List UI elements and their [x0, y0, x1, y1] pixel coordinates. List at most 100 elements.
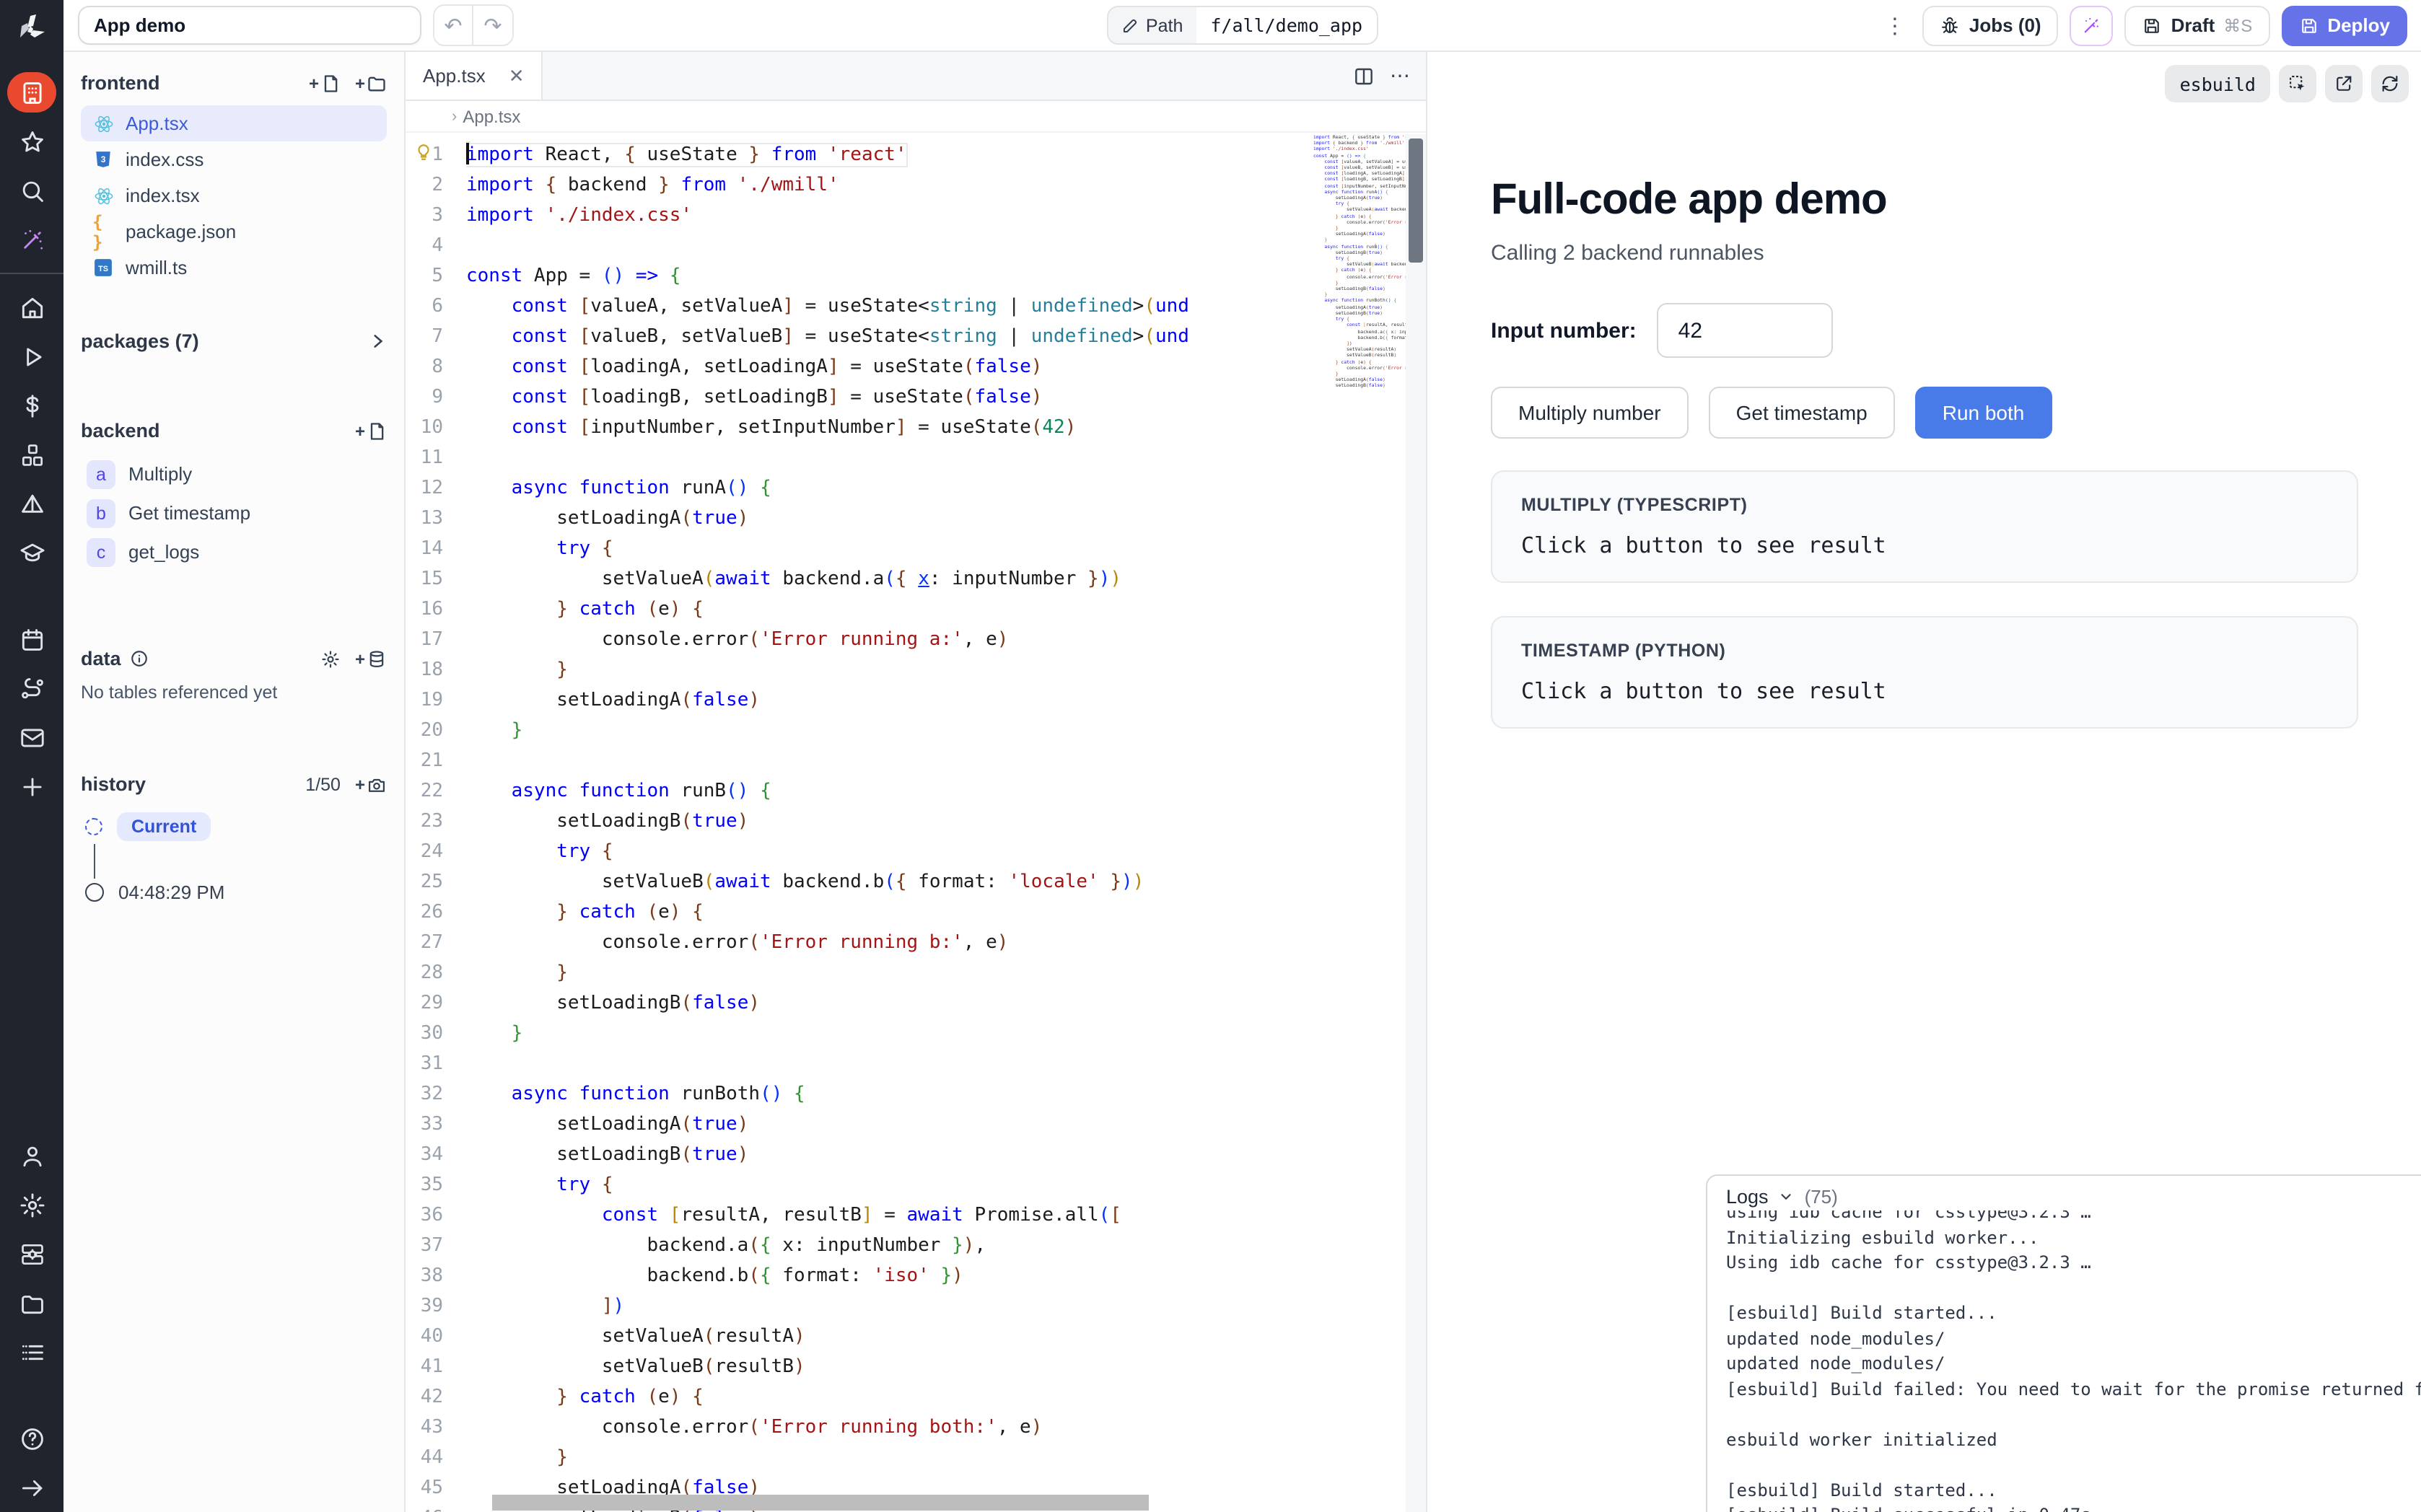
- code-line-37[interactable]: 37 backend.a({ x: inputNumber }),: [406, 1231, 1313, 1261]
- code-line-7[interactable]: 7 const [valueB, setValueB] = useState<s…: [406, 322, 1313, 352]
- favorites-star-icon[interactable]: [7, 121, 56, 162]
- redo-button[interactable]: ↷: [473, 6, 512, 45]
- folders-icon[interactable]: [7, 1283, 56, 1323]
- code-line-35[interactable]: 35 try {: [406, 1170, 1313, 1200]
- inspect-select-icon[interactable]: [2279, 65, 2316, 102]
- add-runnable-button[interactable]: +: [355, 421, 387, 441]
- code-line-8[interactable]: 8 const [loadingA, setLoadingA] = useSta…: [406, 352, 1313, 382]
- code-line-21[interactable]: 21: [406, 746, 1313, 776]
- code-line-23[interactable]: 23 setLoadingB(true): [406, 806, 1313, 837]
- code-line-44[interactable]: 44 }: [406, 1443, 1313, 1473]
- code-line-30[interactable]: 30 }: [406, 1019, 1313, 1049]
- mail-icon[interactable]: [7, 717, 56, 757]
- add-table-button[interactable]: +: [355, 649, 387, 669]
- code-line-2[interactable]: 2import { backend } from './wmill': [406, 170, 1313, 201]
- resources-cubes-icon[interactable]: [7, 434, 56, 475]
- code-line-12[interactable]: 12 async function runA() {: [406, 473, 1313, 504]
- code-line-41[interactable]: 41 setValueB(resultB): [406, 1352, 1313, 1382]
- code-line-22[interactable]: 22 async function runB() {: [406, 776, 1313, 806]
- code-line-36[interactable]: 36 const [resultA, resultB] = await Prom…: [406, 1200, 1313, 1231]
- file-item-index.css[interactable]: 3index.css: [81, 141, 387, 177]
- vertical-scrollbar-thumb[interactable]: [1409, 139, 1423, 263]
- workers-server-gear-icon[interactable]: [7, 1234, 56, 1274]
- learn-graduation-icon[interactable]: [7, 532, 56, 573]
- more-menu-kebab-icon[interactable]: ⋮: [1878, 12, 1912, 38]
- code-line-3[interactable]: 3import './index.css': [406, 201, 1313, 231]
- code-line-13[interactable]: 13 setLoadingA(true): [406, 504, 1313, 534]
- runnable-item-get-timestamp[interactable]: bGet timestamp: [81, 493, 387, 532]
- code-line-6[interactable]: 6 const [valueA, setValueA] = useState<s…: [406, 291, 1313, 322]
- multiply-number-button[interactable]: Multiply number: [1491, 387, 1689, 439]
- code-line-4[interactable]: 4: [406, 231, 1313, 261]
- code-line-1[interactable]: 1import React, { useState } from 'react': [406, 140, 1313, 170]
- vertical-scrollbar[interactable]: [1406, 134, 1426, 1512]
- file-item-index.tsx[interactable]: index.tsx: [81, 177, 387, 214]
- collapse-arrow-icon[interactable]: [7, 1467, 56, 1508]
- code-line-31[interactable]: 31: [406, 1049, 1313, 1079]
- code-line-19[interactable]: 19 setLoadingA(false): [406, 685, 1313, 716]
- tab-app-tsx[interactable]: App.tsx ✕: [406, 52, 543, 100]
- code-line-17[interactable]: 17 console.error('Error running a:', e): [406, 625, 1313, 655]
- code-line-28[interactable]: 28 }: [406, 958, 1313, 988]
- code-line-32[interactable]: 32 async function runBoth() {: [406, 1079, 1313, 1109]
- minimap[interactable]: import React, { useState } from 'react'i…: [1313, 134, 1406, 1512]
- windmill-logo-icon[interactable]: [14, 12, 49, 53]
- close-tab-icon[interactable]: ✕: [509, 64, 525, 87]
- code-line-14[interactable]: 14 try {: [406, 534, 1313, 564]
- run-both-button[interactable]: Run both: [1915, 387, 2052, 439]
- packages-section-header[interactable]: packages (7): [81, 330, 387, 352]
- audit-list-icon[interactable]: [7, 1332, 56, 1372]
- code-line-27[interactable]: 27 console.error('Error running b:', e): [406, 928, 1313, 958]
- jobs-button[interactable]: Jobs (0): [1923, 5, 2059, 45]
- snapshot-camera-button[interactable]: +: [355, 774, 387, 794]
- app-name-input[interactable]: [78, 6, 421, 45]
- split-view-icon[interactable]: [1352, 64, 1375, 87]
- path-chip[interactable]: Path f/all/demo_app: [1107, 6, 1378, 45]
- horizontal-scrollbar-thumb[interactable]: [492, 1495, 1149, 1511]
- code-line-38[interactable]: 38 backend.b({ format: 'iso' }): [406, 1261, 1313, 1291]
- ai-wand-icon[interactable]: [7, 219, 56, 260]
- file-item-wmill.ts[interactable]: TSwmill.ts: [81, 250, 387, 286]
- code-line-18[interactable]: 18 }: [406, 655, 1313, 685]
- undo-button[interactable]: ↶: [434, 6, 473, 45]
- code-line-9[interactable]: 9 const [loadingB, setLoadingB] = useSta…: [406, 382, 1313, 413]
- help-icon[interactable]: [7, 1418, 56, 1459]
- search-icon[interactable]: [7, 170, 56, 211]
- apps-nav-active-icon[interactable]: [7, 72, 56, 113]
- add-folder-button[interactable]: +: [355, 73, 387, 93]
- add-file-button[interactable]: +: [309, 73, 341, 93]
- variables-dollar-icon[interactable]: [7, 385, 56, 426]
- code-line-10[interactable]: 10 const [inputNumber, setInputNumber] =…: [406, 413, 1313, 443]
- code-line-24[interactable]: 24 try {: [406, 837, 1313, 867]
- code-line-15[interactable]: 15 setValueA(await backend.a({ x: inputN…: [406, 564, 1313, 594]
- home-icon[interactable]: [7, 287, 56, 328]
- get-timestamp-button[interactable]: Get timestamp: [1709, 387, 1895, 439]
- input-number-field[interactable]: [1657, 303, 1833, 358]
- file-item-package.json[interactable]: { }package.json: [81, 214, 387, 250]
- file-item-App.tsx[interactable]: App.tsx: [81, 105, 387, 141]
- runnable-item-get_logs[interactable]: cget_logs: [81, 532, 387, 571]
- code-line-26[interactable]: 26 } catch (e) {: [406, 897, 1313, 928]
- code-line-43[interactable]: 43 console.error('Error running both:', …: [406, 1412, 1313, 1443]
- code-line-33[interactable]: 33 setLoadingA(true): [406, 1109, 1313, 1140]
- runnable-item-multiply[interactable]: aMultiply: [81, 454, 387, 493]
- code-line-39[interactable]: 39 ]): [406, 1291, 1313, 1322]
- open-external-icon[interactable]: [2325, 65, 2363, 102]
- runs-play-icon[interactable]: [7, 336, 56, 377]
- data-settings-gear-icon[interactable]: [320, 649, 341, 669]
- triggers-prism-icon[interactable]: [7, 483, 56, 524]
- code-area[interactable]: 1import React, { useState } from 'react'…: [406, 134, 1426, 1512]
- user-icon[interactable]: [7, 1135, 56, 1176]
- current-version-badge[interactable]: Current: [117, 812, 211, 841]
- logs-body[interactable]: using idb cache for csstype@3.2.3 …Initi…: [1707, 1200, 2421, 1512]
- logs-chevron-down-icon[interactable]: [1779, 1189, 1795, 1205]
- deploy-button[interactable]: Deploy: [2281, 5, 2407, 45]
- code-line-25[interactable]: 25 setValueB(await backend.b({ format: '…: [406, 867, 1313, 897]
- add-plus-icon[interactable]: [7, 766, 56, 806]
- code-line-42[interactable]: 42 } catch (e) {: [406, 1382, 1313, 1412]
- code-line-34[interactable]: 34 setLoadingB(true): [406, 1140, 1313, 1170]
- version-marker[interactable]: [85, 883, 104, 902]
- draft-button[interactable]: Draft ⌘S: [2125, 5, 2270, 45]
- code-line-29[interactable]: 29 setLoadingB(false): [406, 988, 1313, 1019]
- settings-gear-icon[interactable]: [7, 1184, 56, 1225]
